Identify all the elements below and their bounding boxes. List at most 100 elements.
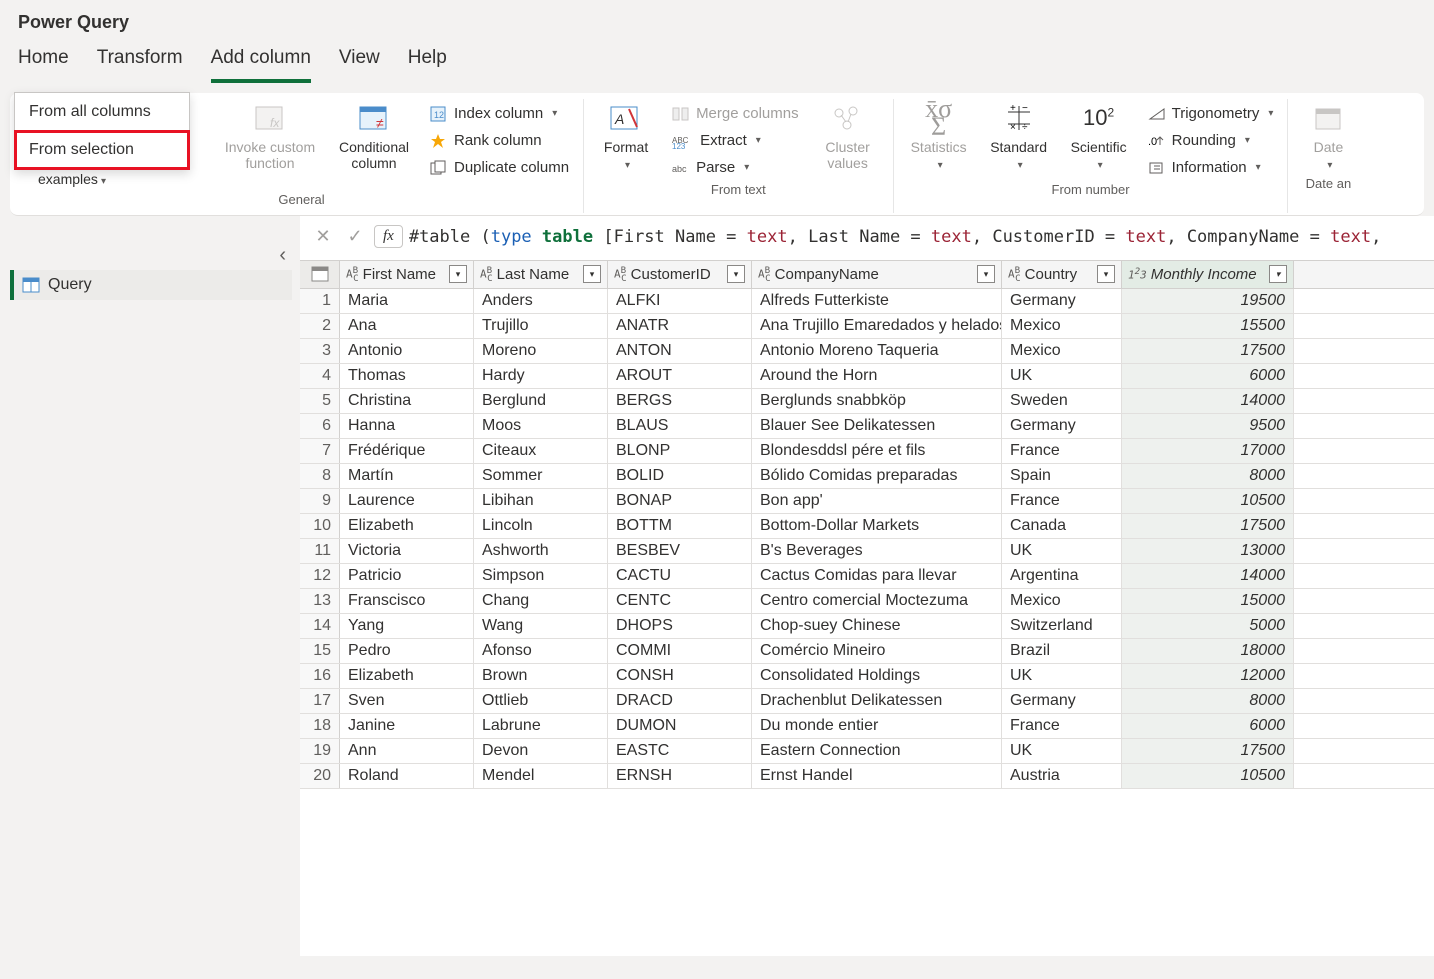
table-row[interactable]: 5ChristinaBerglundBERGSBerglunds snabbkö… <box>300 389 1434 414</box>
formula-text[interactable]: #table (type table [First Name = text, L… <box>409 227 1381 247</box>
cell[interactable]: Du monde entier <box>752 714 1002 738</box>
cell[interactable]: ANATR <box>608 314 752 338</box>
dropdown-from-selection[interactable]: From selection <box>15 131 189 169</box>
cell[interactable]: Blondesddsl pére et fils <box>752 439 1002 463</box>
cell[interactable]: Bon app' <box>752 489 1002 513</box>
table-row[interactable]: 14YangWangDHOPSChop-suey ChineseSwitzerl… <box>300 614 1434 639</box>
cell[interactable]: Bottom-Dollar Markets <box>752 514 1002 538</box>
cell[interactable]: Around the Horn <box>752 364 1002 388</box>
formula-cancel-icon[interactable]: ✕ <box>310 224 336 250</box>
cell[interactable]: UK <box>1002 539 1122 563</box>
cell[interactable]: Moos <box>474 414 608 438</box>
table-row[interactable]: 12PatricioSimpsonCACTUCactus Comidas par… <box>300 564 1434 589</box>
cell[interactable]: DUMON <box>608 714 752 738</box>
cell[interactable]: Roland <box>340 764 474 788</box>
tab-help[interactable]: Help <box>408 41 447 83</box>
trigonometry-button[interactable]: Trigonometry▾ <box>1144 103 1278 124</box>
index-column-button[interactable]: 12 Index column▾ <box>426 103 573 124</box>
column-header[interactable]: ABCCompanyName▾ <box>752 261 1002 288</box>
duplicate-column-button[interactable]: Duplicate column <box>426 157 573 178</box>
cell[interactable]: Moreno <box>474 339 608 363</box>
table-row[interactable]: 17SvenOttliebDRACDDrachenblut Delikatess… <box>300 689 1434 714</box>
cell[interactable]: Brazil <box>1002 639 1122 663</box>
cell[interactable]: Maria <box>340 289 474 313</box>
table-row[interactable]: 3AntonioMorenoANTONAntonio Moreno Taquer… <box>300 339 1434 364</box>
filter-icon[interactable]: ▾ <box>449 265 467 283</box>
cell[interactable]: Sweden <box>1002 389 1122 413</box>
cell[interactable]: Franscisco <box>340 589 474 613</box>
cell[interactable]: France <box>1002 489 1122 513</box>
cell[interactable]: Yang <box>340 614 474 638</box>
cell[interactable]: BERGS <box>608 389 752 413</box>
collapse-pane-icon[interactable]: ‹ <box>279 244 286 267</box>
cell[interactable]: Germany <box>1002 689 1122 713</box>
cell[interactable]: Mexico <box>1002 314 1122 338</box>
cell[interactable]: Antonio <box>340 339 474 363</box>
cell[interactable]: BLONP <box>608 439 752 463</box>
cell[interactable]: Austria <box>1002 764 1122 788</box>
cell[interactable]: CONSH <box>608 664 752 688</box>
cell[interactable]: Devon <box>474 739 608 763</box>
cell[interactable]: Sommer <box>474 464 608 488</box>
column-header[interactable]: 123Monthly Income▾ <box>1122 261 1294 288</box>
parse-button[interactable]: abc Parse▾ <box>668 157 803 178</box>
rounding-button[interactable]: .0 Rounding▾ <box>1144 130 1278 151</box>
cell[interactable]: 8000 <box>1122 689 1294 713</box>
cell[interactable]: Ana <box>340 314 474 338</box>
cell[interactable]: Libihan <box>474 489 608 513</box>
cell[interactable]: Centro comercial Moctezuma <box>752 589 1002 613</box>
cell[interactable]: 18000 <box>1122 639 1294 663</box>
cell[interactable]: Antonio Moreno Taqueria <box>752 339 1002 363</box>
cell[interactable]: Frédérique <box>340 439 474 463</box>
cell[interactable]: Simpson <box>474 564 608 588</box>
cell[interactable]: Anders <box>474 289 608 313</box>
cell[interactable]: Consolidated Holdings <box>752 664 1002 688</box>
rank-column-button[interactable]: Rank column <box>426 130 573 151</box>
cell[interactable]: UK <box>1002 739 1122 763</box>
cell[interactable]: 6000 <box>1122 364 1294 388</box>
column-header[interactable]: ABCLast Name▾ <box>474 261 608 288</box>
information-button[interactable]: Information▾ <box>1144 157 1278 178</box>
cell[interactable]: Ana Trujillo Emaredados y helados <box>752 314 1002 338</box>
cell[interactable]: Citeaux <box>474 439 608 463</box>
cell[interactable]: Switzerland <box>1002 614 1122 638</box>
cell[interactable]: Sven <box>340 689 474 713</box>
table-row[interactable]: 6HannaMoosBLAUSBlauer See DelikatessenGe… <box>300 414 1434 439</box>
cell[interactable]: Victoria <box>340 539 474 563</box>
cell[interactable]: Hardy <box>474 364 608 388</box>
fx-icon[interactable]: fx <box>374 225 403 248</box>
scientific-button[interactable]: 102 Scientific▾ <box>1064 99 1134 172</box>
query-item[interactable]: Query <box>10 270 292 300</box>
table-row[interactable]: 15PedroAfonsoCOMMIComércio MineiroBrazil… <box>300 639 1434 664</box>
format-button[interactable]: A Format▾ <box>594 99 658 172</box>
tab-view[interactable]: View <box>339 41 380 83</box>
cell[interactable]: 17500 <box>1122 739 1294 763</box>
table-row[interactable]: 13FransciscoChangCENTCCentro comercial M… <box>300 589 1434 614</box>
table-row[interactable]: 18JanineLabruneDUMONDu monde entierFranc… <box>300 714 1434 739</box>
cell[interactable]: Patricio <box>340 564 474 588</box>
cell[interactable]: ALFKI <box>608 289 752 313</box>
table-row[interactable]: 8MartínSommerBOLIDBólido Comidas prepara… <box>300 464 1434 489</box>
cell[interactable]: Mexico <box>1002 339 1122 363</box>
cell[interactable]: 17500 <box>1122 514 1294 538</box>
cell[interactable]: Ashworth <box>474 539 608 563</box>
cell[interactable]: Mexico <box>1002 589 1122 613</box>
cell[interactable]: Germany <box>1002 414 1122 438</box>
table-row[interactable]: 7FrédériqueCiteauxBLONPBlondesddsl pére … <box>300 439 1434 464</box>
table-row[interactable]: 16ElizabethBrownCONSHConsolidated Holdin… <box>300 664 1434 689</box>
cell[interactable]: Blauer See Delikatessen <box>752 414 1002 438</box>
cell[interactable]: Hanna <box>340 414 474 438</box>
cell[interactable]: Pedro <box>340 639 474 663</box>
cell[interactable]: 5000 <box>1122 614 1294 638</box>
tab-transform[interactable]: Transform <box>97 41 183 83</box>
cell[interactable]: Chang <box>474 589 608 613</box>
filter-icon[interactable]: ▾ <box>1097 265 1115 283</box>
cell[interactable]: Mendel <box>474 764 608 788</box>
cell[interactable]: 17500 <box>1122 339 1294 363</box>
table-corner-icon[interactable] <box>300 261 340 288</box>
table-row[interactable]: 11VictoriaAshworthBESBEVB's BeveragesUK1… <box>300 539 1434 564</box>
cell[interactable]: 17000 <box>1122 439 1294 463</box>
cell[interactable]: 15500 <box>1122 314 1294 338</box>
cell[interactable]: Ernst Handel <box>752 764 1002 788</box>
cell[interactable]: Labrune <box>474 714 608 738</box>
